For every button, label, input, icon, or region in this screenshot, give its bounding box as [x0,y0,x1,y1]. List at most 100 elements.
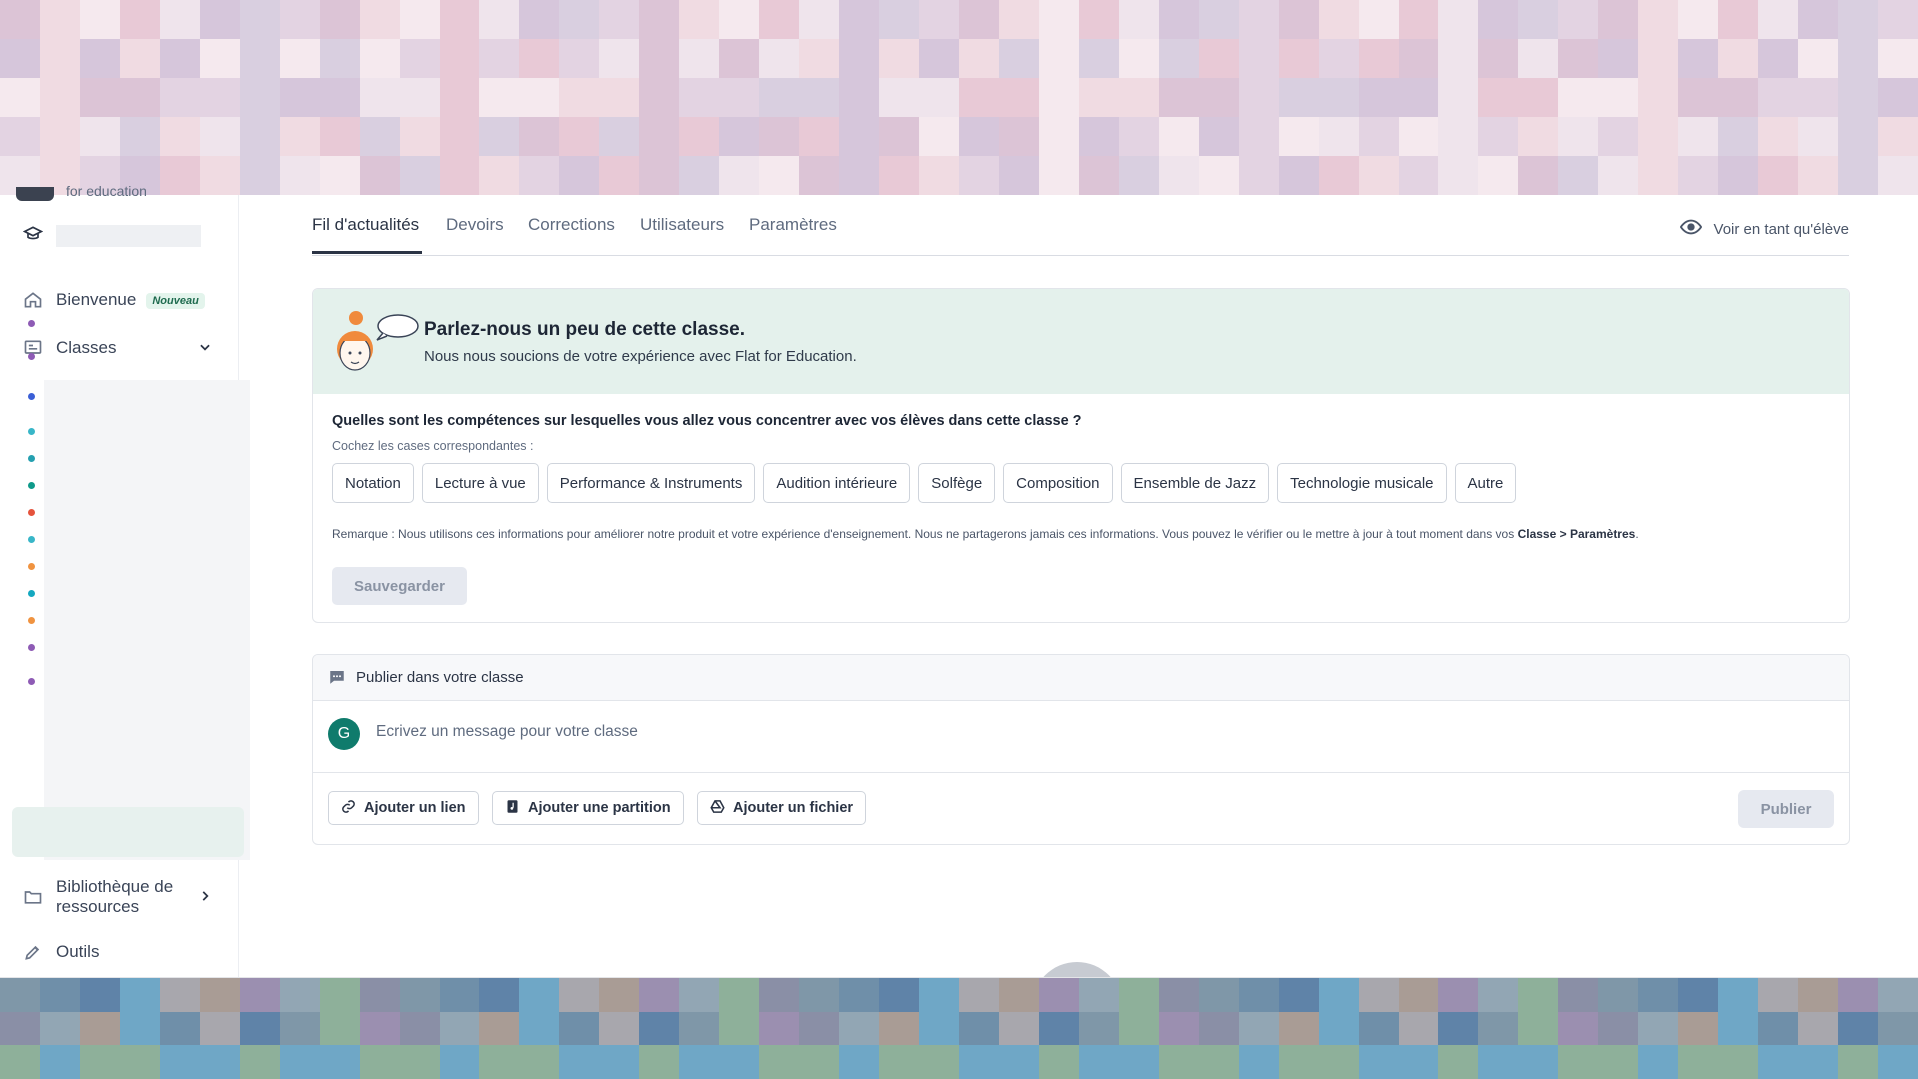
mosaic-cell [559,39,600,78]
mosaic-cell [0,0,40,39]
mosaic-cell [399,78,440,117]
mosaic-cell [1878,156,1918,195]
mosaic-cell [799,39,840,78]
sidebar-item-classes[interactable]: Classes [0,328,238,368]
mosaic-cell [1398,39,1439,78]
save-button[interactable]: Sauvegarder [332,567,467,605]
mosaic-cell [39,117,80,156]
mosaic-cell [1438,1011,1479,1046]
skill-option-sight-reading[interactable]: Lecture à vue [421,463,539,503]
mosaic-cell [639,1045,680,1079]
mosaic-cell [599,978,640,1012]
add-link-button[interactable]: Ajouter un lien [328,791,479,825]
mosaic-cell [1878,978,1918,1012]
mosaic-cell [1558,78,1599,117]
mosaic-cell [1358,0,1399,39]
selected-class[interactable] [12,807,244,857]
mosaic-cell [1318,1011,1359,1046]
publish-button[interactable]: Publier [1738,790,1834,828]
skill-option-composition[interactable]: Composition [1003,463,1113,503]
mosaic-cell [879,978,920,1012]
tab-settings[interactable]: Paramètres [749,215,837,235]
add-score-button[interactable]: Ajouter une partition [492,791,684,825]
skill-option-music-technology[interactable]: Technologie musicale [1277,463,1447,503]
sidebar-item-welcome[interactable]: Bienvenue Nouveau [0,280,238,320]
mosaic-cell [239,117,280,156]
class-color-dot [28,590,35,597]
class-list [44,380,250,860]
mosaic-cell [679,39,720,78]
mosaic-cell [79,978,120,1012]
home-icon [22,289,44,311]
mosaic-cell [1638,1011,1679,1046]
sidebar-item-tools[interactable]: Outils [0,932,238,972]
mosaic-cell [839,39,880,78]
mosaic-cell [1518,117,1559,156]
mosaic-cell [1038,39,1079,78]
mosaic-cell [1558,978,1599,1012]
mosaic-cell [319,0,360,39]
mosaic-cell [1478,78,1519,117]
mosaic-cell [1278,0,1319,39]
mosaic-cell [958,0,999,39]
tab-corrections[interactable]: Corrections [528,215,615,235]
class-color-dot [28,617,35,624]
mosaic-cell [1358,39,1399,78]
mosaic-cell [399,39,440,78]
skill-option-performance[interactable]: Performance & Instruments [546,463,756,503]
tab-assignments[interactable]: Devoirs [446,215,504,235]
mosaic-cell [919,156,959,195]
mosaic-cell [1198,156,1239,195]
mosaic-cell [439,978,480,1012]
mosaic-cell [839,1011,880,1046]
library-icon [22,886,44,908]
mosaic-cell [479,978,520,1012]
mosaic-cell [399,1011,440,1046]
sidebar-item-label: Outils [56,942,100,961]
mosaic-cell [759,156,800,195]
message-input[interactable]: Ecrivez un message pour votre classe [376,723,638,741]
skill-option-solfege[interactable]: Solfège [918,463,996,503]
mosaic-cell [1598,78,1639,117]
mosaic-cell [1198,1011,1239,1046]
publish-card: Publier dans votre classe G Ecrivez un m… [312,654,1850,845]
mosaic-cell [399,0,440,39]
mosaic-cell [199,1045,240,1079]
mosaic-cell [839,1045,880,1079]
chevron-right-icon[interactable] [198,889,212,908]
mosaic-cell [1598,117,1639,156]
mosaic-cell [1118,978,1159,1012]
mosaic-cell [1318,39,1359,78]
mosaic-cell [1238,1011,1279,1046]
mosaic-cell [1638,78,1679,117]
mosaic-cell [599,156,640,195]
sidebar-item-library[interactable]: Bibliothèque de ressources [0,872,238,922]
mosaic-cell [279,78,320,117]
mosaic-cell [1158,156,1199,195]
mosaic-cell [519,117,560,156]
mosaic-cell [479,1045,520,1079]
mosaic-cell [479,0,520,39]
skill-option-notation[interactable]: Notation [332,463,414,503]
mosaic-cell [1078,39,1119,78]
new-badge: Nouveau [146,292,205,309]
skill-option-jazz-ensemble[interactable]: Ensemble de Jazz [1120,463,1270,503]
mosaic-cell [679,78,720,117]
mosaic-cell [0,117,40,156]
tab-users[interactable]: Utilisateurs [640,215,724,235]
skill-option-ear-training[interactable]: Audition intérieure [763,463,911,503]
mosaic-cell [719,156,760,195]
view-as-student-button[interactable]: Voir en tant qu'élève [1679,216,1849,242]
mosaic-cell [599,0,640,39]
tab-feed[interactable]: Fil d'actualités [312,215,419,235]
add-file-button[interactable]: Ajouter un fichier [697,791,867,825]
mosaic-cell [1118,39,1159,78]
skill-option-other[interactable]: Autre [1454,463,1517,503]
mosaic-cell [1278,78,1319,117]
mosaic-cell [79,1011,120,1046]
mosaic-cell [998,1011,1039,1046]
view-as-label: Voir en tant qu'élève [1713,220,1849,238]
chevron-down-icon[interactable] [198,340,212,359]
active-tab-indicator [312,251,422,254]
mosaic-cell [1878,39,1918,78]
